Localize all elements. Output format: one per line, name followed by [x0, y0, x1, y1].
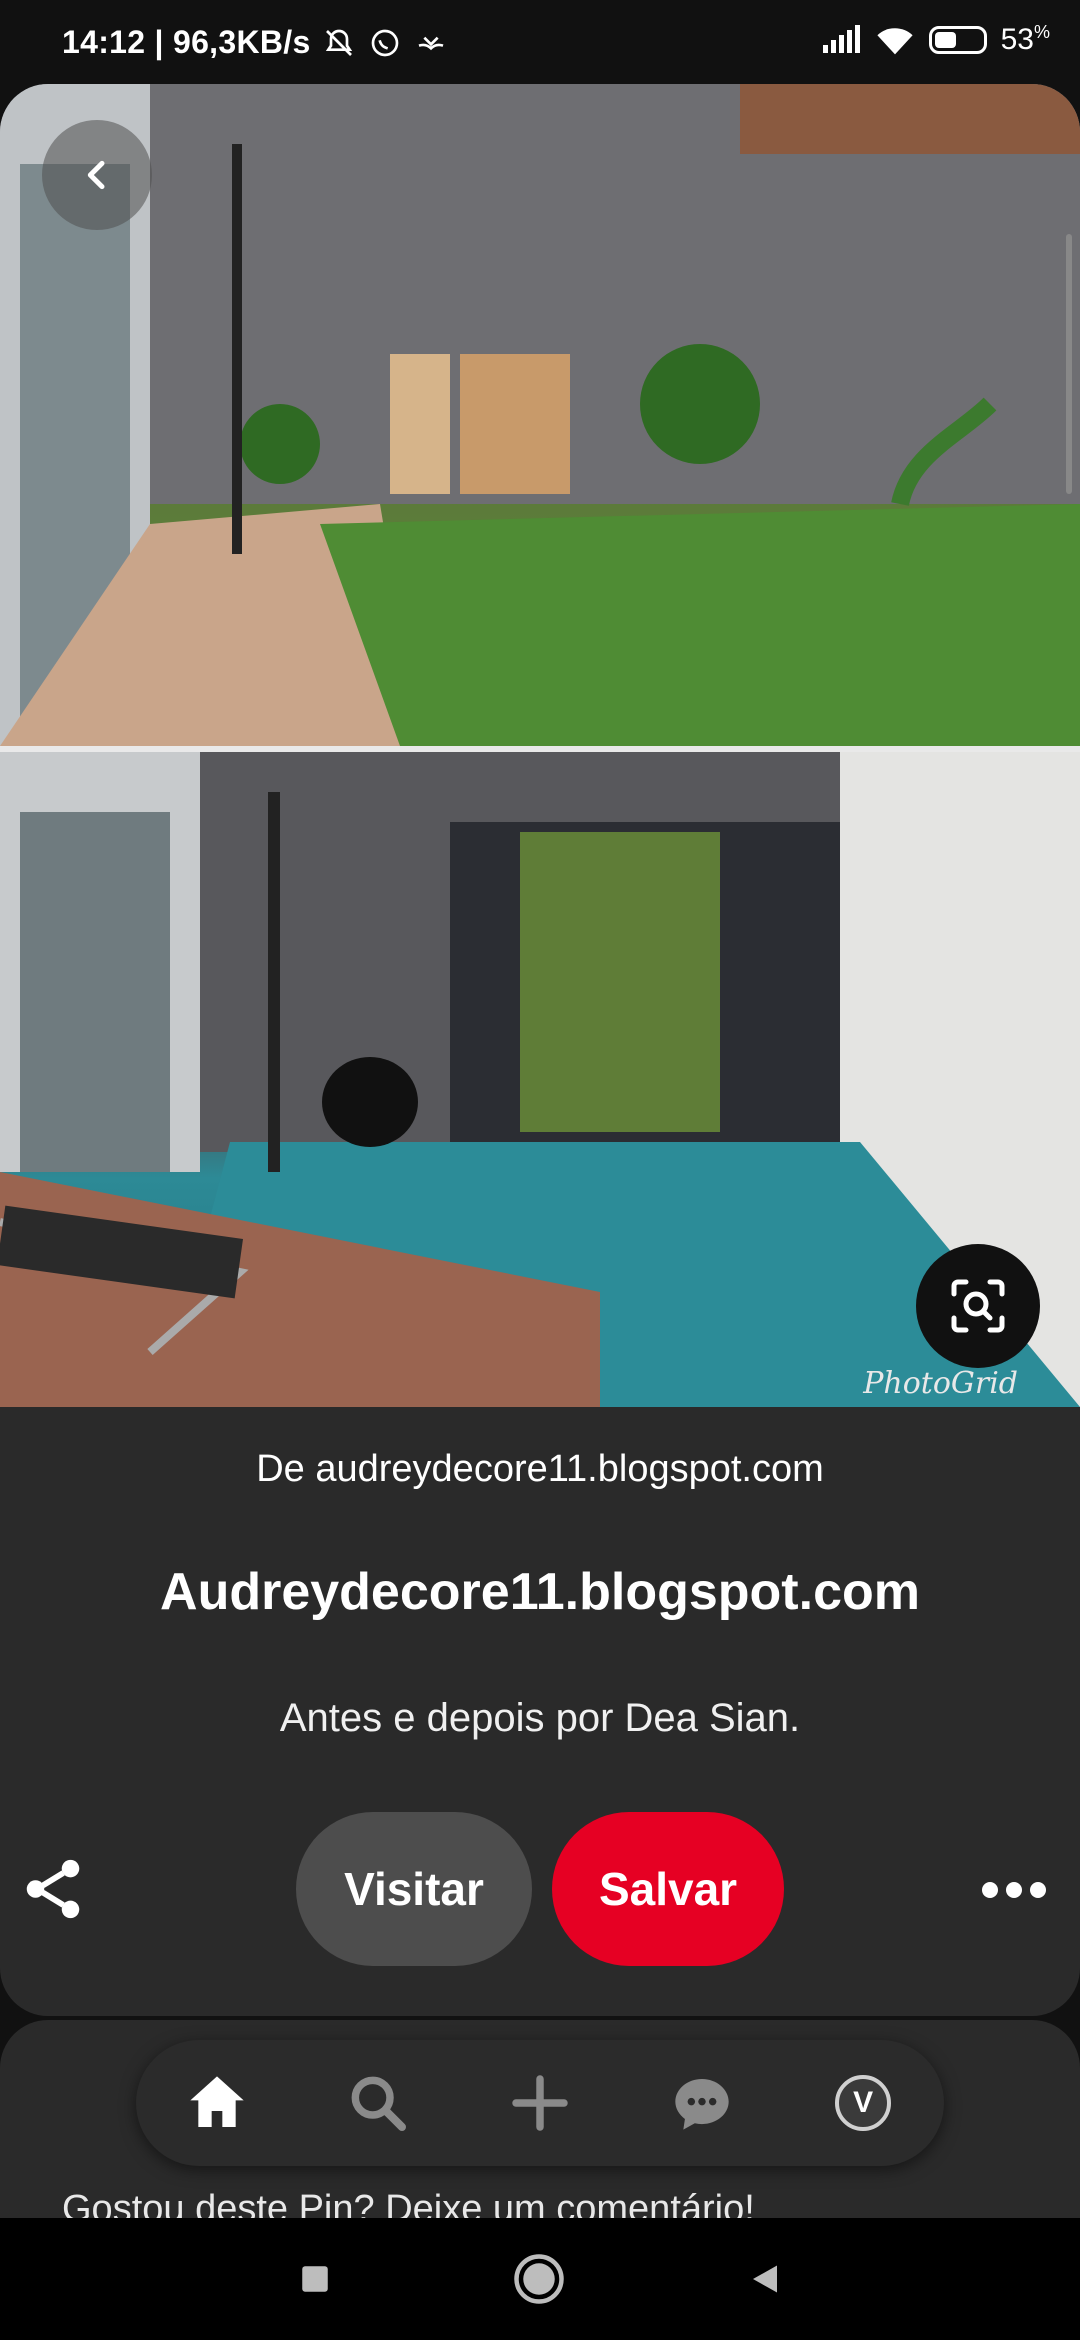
scroll-indicator	[1066, 234, 1072, 494]
battery-level	[934, 31, 957, 48]
source-domain-link[interactable]: audreydecore11.blogspot.com	[315, 1448, 823, 1490]
status-right: 53%	[821, 22, 1050, 57]
before-scene	[0, 84, 1080, 746]
battery-icon	[928, 25, 987, 54]
bottom-tab-bar: V	[136, 2040, 944, 2166]
square-icon	[302, 2266, 328, 2292]
tab-messages[interactable]	[662, 2063, 742, 2143]
share-icon	[26, 1859, 80, 1919]
status-left: 14:12 | 96,3KB/s	[62, 24, 447, 61]
search-icon	[351, 2076, 407, 2131]
pin-image[interactable]: PhotoGrid	[0, 84, 1080, 1407]
triangle-back-icon	[753, 2265, 777, 2293]
before-photo	[0, 84, 1080, 746]
app-notification-icon	[418, 36, 443, 50]
save-button[interactable]: Salvar	[552, 1812, 784, 1966]
status-bar: 14:12 | 96,3KB/s 53%	[0, 0, 1080, 86]
avatar: V	[835, 2075, 892, 2131]
tab-home[interactable]	[177, 2063, 257, 2143]
more-options-button[interactable]	[978, 1860, 1050, 1920]
whatsapp-icon	[371, 29, 398, 56]
tab-create[interactable]	[500, 2063, 580, 2143]
lens-search-icon	[951, 1279, 1005, 1333]
back-nav-button[interactable]	[738, 2252, 792, 2306]
battery-percent: 53%	[1000, 22, 1050, 56]
more-dot	[982, 1882, 998, 1898]
pin-source: De audreydecore11.blogspot.com	[0, 1448, 1080, 1491]
tab-search[interactable]	[338, 2063, 418, 2143]
bell-off-icon	[325, 29, 352, 56]
source-prefix: De	[256, 1448, 316, 1490]
visit-button[interactable]: Visitar	[296, 1812, 532, 1966]
wifi-icon	[877, 27, 913, 54]
pin-actions: Visitar Salvar	[0, 1812, 1080, 1972]
share-button[interactable]	[18, 1854, 88, 1924]
visual-search-button[interactable]	[916, 1244, 1040, 1368]
recents-button[interactable]	[288, 2252, 342, 2306]
pin-card: PhotoGrid De audreydecore11.blogspot.com…	[0, 84, 1080, 2016]
more-dot	[1006, 1882, 1022, 1898]
chevron-left-icon	[87, 160, 105, 190]
system-nav-bar	[0, 2218, 1080, 2340]
tab-profile[interactable]: V	[823, 2063, 903, 2143]
home-nav-button[interactable]	[512, 2252, 566, 2306]
status-time-speed: 14:12 | 96,3KB/s	[62, 24, 311, 60]
home-icon	[190, 2076, 244, 2127]
back-button[interactable]	[42, 120, 152, 230]
signal-icon	[822, 24, 860, 53]
pin-title: Audreydecore11.blogspot.com	[160, 1563, 920, 1621]
plus-icon	[512, 2075, 568, 2131]
circle-home-icon	[514, 2254, 564, 2304]
photogrid-watermark: PhotoGrid	[863, 1366, 1018, 1401]
more-dot	[1030, 1882, 1046, 1898]
pin-description: Antes e depois por Dea Sian.	[279, 1696, 801, 1740]
chat-bubble-icon	[674, 2079, 729, 2130]
